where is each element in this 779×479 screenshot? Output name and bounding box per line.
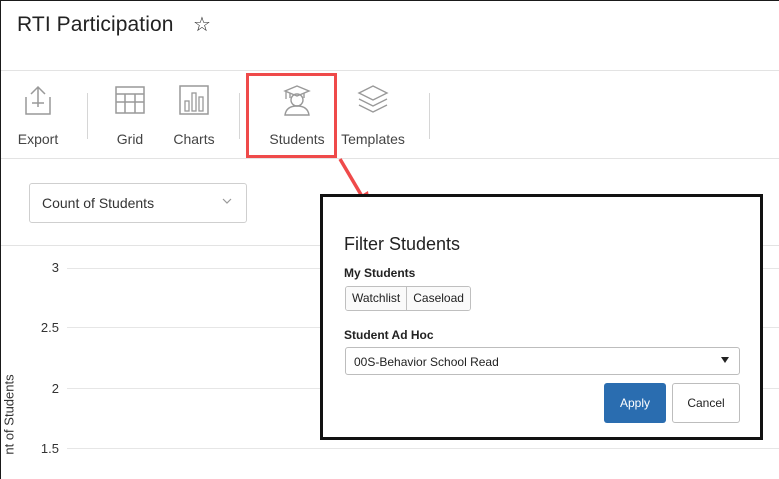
y-tick-label: 2.5 <box>40 320 59 335</box>
y-tick-label: 2 <box>51 381 59 396</box>
templates-label: Templates <box>341 131 405 147</box>
my-students-button-group: Watchlist Caseload <box>345 286 471 311</box>
filter-students-popup: Filter Students My Students Watchlist Ca… <box>320 194 763 440</box>
export-icon <box>9 83 67 117</box>
caret-down-icon <box>721 357 729 363</box>
measure-select-value: Count of Students <box>42 195 155 211</box>
app-frame: RTI Participation ☆ Export Grid Charts S… <box>0 0 779 479</box>
toolbar: Export Grid Charts Students Templates <box>1 71 779 159</box>
chevron-down-icon <box>222 198 232 204</box>
toolbar-divider <box>87 93 88 139</box>
templates-icon <box>337 83 409 117</box>
page-title: RTI Participation <box>17 13 174 36</box>
student-ad-hoc-select[interactable]: 00S-Behavior School Read <box>345 347 740 375</box>
toolbar-divider <box>239 93 240 139</box>
student-ad-hoc-label: Student Ad Hoc <box>344 328 434 342</box>
charts-button[interactable]: Charts <box>167 71 221 159</box>
y-tick-label: 1.5 <box>40 441 59 456</box>
measure-select[interactable]: Count of Students <box>29 183 247 223</box>
watchlist-button[interactable]: Watchlist <box>346 287 407 310</box>
gridline <box>67 448 779 449</box>
toolbar-divider <box>429 93 430 139</box>
caseload-button[interactable]: Caseload <box>406 287 470 310</box>
charts-label: Charts <box>173 131 215 147</box>
title-bar: RTI Participation ☆ <box>1 1 779 71</box>
export-label: Export <box>17 131 59 147</box>
grid-button[interactable]: Grid <box>105 71 155 159</box>
popup-title: Filter Students <box>344 234 461 254</box>
grid-label: Grid <box>116 131 144 147</box>
templates-button[interactable]: Templates <box>337 71 409 159</box>
y-tick-label: 3 <box>51 260 59 275</box>
export-button[interactable]: Export <box>9 71 67 159</box>
my-students-label: My Students <box>344 266 416 280</box>
apply-button[interactable]: Apply <box>604 383 666 423</box>
favorite-star-icon[interactable]: ☆ <box>193 12 211 37</box>
ad-hoc-select-value: 00S-Behavior School Read <box>354 355 499 369</box>
cancel-button[interactable]: Cancel <box>672 383 740 423</box>
students-callout-box <box>246 73 337 158</box>
y-axis-label: nt of Students <box>1 374 17 455</box>
charts-icon <box>167 83 221 117</box>
grid-icon <box>105 83 155 117</box>
